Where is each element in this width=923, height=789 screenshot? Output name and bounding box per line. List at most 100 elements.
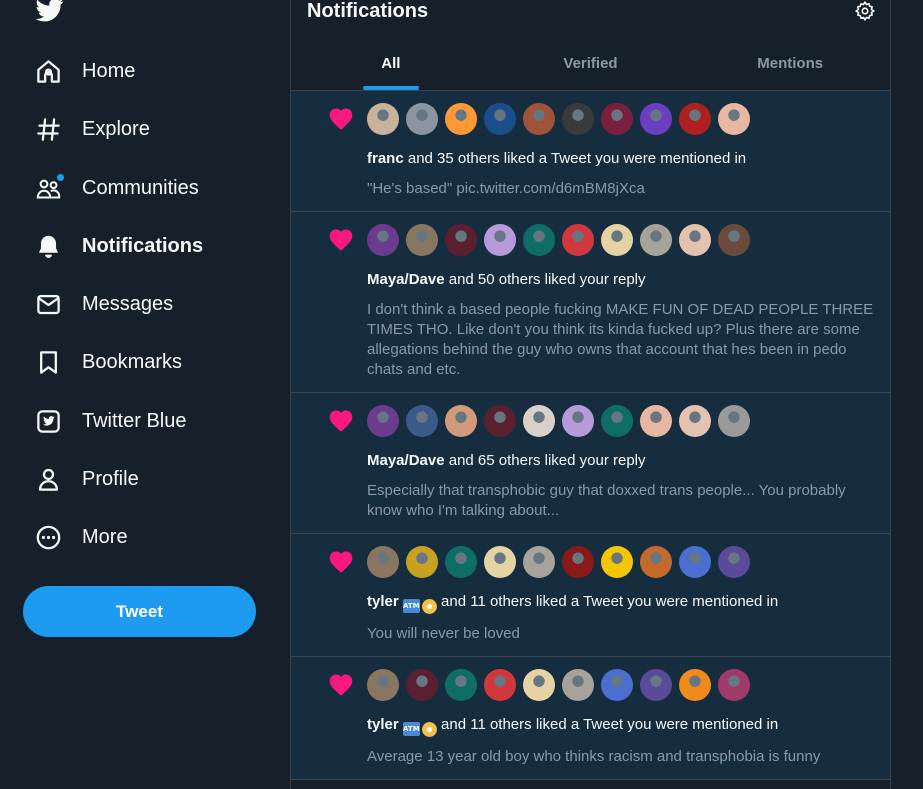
sidebar-item-label: Home [82,59,136,82]
avatar[interactable] [601,546,633,578]
avatar[interactable] [484,546,516,578]
avatar[interactable] [679,405,711,437]
avatar[interactable] [562,224,594,256]
avatar[interactable] [679,103,711,135]
notification-item[interactable]: Maya/Dave and 65 others liked your reply… [291,393,890,534]
avatar[interactable] [562,405,594,437]
avatar[interactable] [367,546,399,578]
sidebar-item-bookmarks[interactable]: Bookmarks [24,336,200,388]
avatar[interactable] [445,546,477,578]
avatar[interactable] [484,669,516,701]
tweet-preview: Average 13 year old boy who thinks racis… [367,748,821,765]
avatar[interactable] [406,669,438,701]
avatar[interactable] [640,224,672,256]
avatar[interactable] [640,669,672,701]
avatar[interactable] [445,224,477,256]
avatar[interactable] [484,224,516,256]
notification-text: tyler ATM and 11 others liked a Tweet yo… [367,715,874,737]
user-name[interactable]: franc [367,150,404,167]
avatar[interactable] [523,103,555,135]
avatar[interactable] [562,669,594,701]
tweet-preview: I don't think a based people fucking MAK… [367,301,874,378]
user-name[interactable]: tyler [367,593,399,610]
avatar[interactable] [406,405,438,437]
avatar[interactable] [640,103,672,135]
notification-action: and 35 others liked a Tweet you were men… [403,150,747,167]
avatar[interactable] [523,224,555,256]
tweet-preview: "He's based" pic.twitter.com/d6mBM8jXca [367,180,645,197]
avatar[interactable] [367,103,399,135]
avatar[interactable] [679,546,711,578]
avatar[interactable] [601,669,633,701]
hashtag-icon [24,105,72,153]
notification-action: and 50 others liked your reply [444,271,646,288]
avatar[interactable] [445,405,477,437]
bookmark-icon [24,338,72,386]
avatar[interactable] [601,405,633,437]
envelope-icon [24,280,72,328]
avatar[interactable] [523,669,555,701]
avatar[interactable] [640,405,672,437]
notification-action: and 65 others liked your reply [444,452,646,469]
sidebar-item-notifications[interactable]: Notifications [24,220,221,272]
avatar[interactable] [718,103,750,135]
avatar[interactable] [523,546,555,578]
avatar[interactable] [406,103,438,135]
avatar[interactable] [367,224,399,256]
bell-icon [24,222,72,270]
user-name[interactable]: tyler [367,716,399,733]
gear-icon[interactable] [854,0,876,22]
active-tab-indicator [362,86,419,90]
notification-text: tyler ATM and 11 others liked a Tweet yo… [367,592,874,614]
name-emoji-badges: ATM [402,599,437,614]
avatar[interactable] [718,669,750,701]
avatar[interactable] [718,224,750,256]
avatar[interactable] [367,405,399,437]
avatar[interactable] [484,405,516,437]
notification-item[interactable]: tyler ATM and 11 others liked a Tweet yo… [291,534,890,657]
avatar[interactable] [484,103,516,135]
avatar[interactable] [445,103,477,135]
avatar[interactable] [679,669,711,701]
avatar[interactable] [523,405,555,437]
sidebar-item-explore[interactable]: Explore [24,103,168,155]
avatar[interactable] [640,546,672,578]
sidebar-item-label: Messages [82,292,174,315]
sidebar-item-more[interactable]: More [24,511,146,563]
avatar[interactable] [718,546,750,578]
twitter-bird-logo[interactable] [36,0,64,24]
avatar[interactable] [601,103,633,135]
tab-mentions[interactable]: Mentions [690,40,890,90]
avatar[interactable] [679,224,711,256]
avatar[interactable] [718,405,750,437]
tab-label: Verified [563,55,618,72]
sidebar-item-messages[interactable]: Messages [24,278,191,330]
tab-verified[interactable]: Verified [491,40,691,90]
notification-text: Maya/Dave and 65 others liked your reply [367,451,874,471]
tab-all[interactable]: All [291,40,491,90]
sidebar-item-label: Bookmarks [82,350,183,373]
notification-item[interactable]: tyler ATM and 11 others liked a Tweet yo… [291,657,890,780]
disc-icon [421,599,437,614]
name-emoji-badges: ATM [402,722,437,737]
sidebar-item-twitter-blue[interactable]: Twitter Blue [24,395,204,447]
notification-list: franc and 35 others liked a Tweet you we… [291,91,890,780]
notification-item[interactable]: Maya/Dave and 50 others liked your reply… [291,212,890,393]
avatar-row [367,224,874,256]
tweet-button[interactable]: Tweet [23,586,256,637]
avatar[interactable] [445,669,477,701]
user-name[interactable]: Maya/Dave [367,452,445,469]
sidebar-item-communities[interactable]: Communities [24,162,217,214]
avatar[interactable] [367,669,399,701]
sidebar-item-label: Profile [82,467,139,490]
avatar[interactable] [562,103,594,135]
sidebar-item-profile[interactable]: Profile [24,453,157,505]
avatar[interactable] [406,546,438,578]
avatar[interactable] [562,546,594,578]
notification-item[interactable]: franc and 35 others liked a Tweet you we… [291,91,890,212]
user-name[interactable]: Maya/Dave [367,271,445,288]
avatar[interactable] [406,224,438,256]
avatar[interactable] [601,224,633,256]
communities-icon [24,164,72,212]
sidebar-item-home[interactable]: Home [24,45,153,97]
